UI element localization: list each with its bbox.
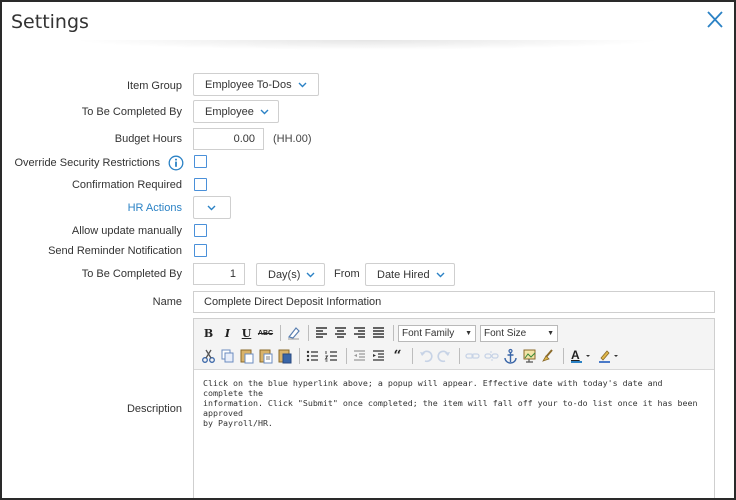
from-label: From: [334, 268, 360, 280]
toolbar-separator: [563, 348, 564, 364]
chevron-down-icon: [207, 205, 216, 210]
budget-hours-format: (HH.00): [273, 133, 312, 145]
override-security-checkbox[interactable]: [194, 155, 207, 168]
undo-icon[interactable]: [417, 347, 434, 365]
description-line: by Payroll/HR.: [203, 418, 273, 428]
numbered-list-icon[interactable]: [323, 347, 340, 365]
blockquote-icon[interactable]: “: [389, 347, 406, 365]
anchor-icon[interactable]: [502, 347, 519, 365]
close-icon[interactable]: [705, 8, 725, 30]
toolbar-separator: [346, 348, 347, 364]
description-line: information. Click "Submit" once complet…: [203, 398, 698, 418]
toolbar-separator: [393, 325, 394, 341]
chevron-down-icon: [260, 109, 269, 114]
font-size-select[interactable]: Font Size ▼: [480, 324, 558, 342]
chevron-down-icon: [306, 272, 315, 277]
completed-by-unit-dropdown[interactable]: Day(s): [256, 263, 325, 286]
paste-text-icon[interactable]: [257, 347, 274, 365]
item-group-label: Item Group: [126, 80, 182, 92]
completed-by-when-label: To Be Completed By: [81, 268, 182, 280]
italic-button[interactable]: I: [219, 324, 236, 342]
toolbar-separator: [412, 348, 413, 364]
send-reminder-label: Send Reminder Notification: [48, 245, 182, 257]
align-justify-icon[interactable]: [370, 324, 387, 342]
toolbar-separator: [299, 348, 300, 364]
align-left-icon[interactable]: [313, 324, 330, 342]
strikethrough-button[interactable]: ABC: [257, 324, 274, 342]
from-value: Date Hired: [377, 268, 430, 281]
dropdown-arrow-icon: ▼: [547, 329, 554, 337]
cleanup-brush-icon[interactable]: [540, 347, 557, 365]
title-divider: [72, 40, 664, 50]
paste-icon[interactable]: [238, 347, 255, 365]
unlink-icon[interactable]: [483, 347, 500, 365]
cut-icon[interactable]: [200, 347, 217, 365]
font-size-value: Font Size: [484, 327, 527, 339]
image-icon[interactable]: [521, 347, 538, 365]
align-right-icon[interactable]: [351, 324, 368, 342]
bullet-list-icon[interactable]: [304, 347, 321, 365]
toolbar-separator: [308, 325, 309, 341]
description-label: Description: [126, 403, 182, 415]
outdent-icon[interactable]: [351, 347, 368, 365]
font-family-select[interactable]: Font Family ▼: [398, 324, 476, 342]
redo-icon[interactable]: [436, 347, 453, 365]
description-content[interactable]: Click on the blue hyperlink above; a pop…: [194, 370, 714, 436]
override-security-label: Override Security Restrictions: [14, 157, 161, 169]
hr-actions-link[interactable]: HR Actions: [128, 202, 182, 214]
bold-button[interactable]: B: [200, 324, 217, 342]
paste-word-icon[interactable]: [276, 347, 293, 365]
completed-by-unit-value: Day(s): [268, 268, 301, 281]
completed-by-value: Employee: [205, 105, 254, 118]
name-label: Name: [152, 296, 182, 308]
completed-by-dropdown[interactable]: Employee: [193, 100, 279, 123]
allow-update-label: Allow update manually: [71, 225, 182, 237]
highlight-color-icon[interactable]: [596, 347, 622, 365]
underline-button[interactable]: U: [238, 324, 255, 342]
budget-hours-label: Budget Hours: [114, 133, 182, 145]
svg-text:A: A: [571, 348, 580, 362]
dialog-title: Settings: [11, 11, 89, 33]
chevron-down-icon: [298, 82, 307, 87]
chevron-down-icon: [436, 272, 445, 277]
font-family-value: Font Family: [402, 327, 455, 339]
toolbar-separator: [280, 325, 281, 341]
eraser-icon[interactable]: [285, 324, 302, 342]
info-icon[interactable]: [168, 155, 184, 171]
indent-icon[interactable]: [370, 347, 387, 365]
toolbar-separator: [459, 348, 460, 364]
item-group-dropdown[interactable]: Employee To-Dos: [193, 73, 319, 96]
link-icon[interactable]: [464, 347, 481, 365]
copy-icon[interactable]: [219, 347, 236, 365]
align-center-icon[interactable]: [332, 324, 349, 342]
dropdown-arrow-icon: ▼: [465, 329, 472, 337]
description-line: Click on the blue hyperlink above; a pop…: [203, 378, 663, 398]
name-input[interactable]: Complete Direct Deposit Information: [193, 291, 715, 313]
budget-hours-input[interactable]: 0.00: [193, 128, 264, 150]
settings-dialog: Settings Item Group Employee To-Dos To B…: [0, 0, 736, 500]
confirmation-required-label: Confirmation Required: [71, 179, 182, 191]
text-color-icon[interactable]: A: [568, 347, 594, 365]
editor-toolbar: B I U ABC Font Family ▼ Font Size ▼ “ A: [194, 319, 714, 370]
hr-actions-dropdown[interactable]: [193, 196, 231, 219]
completed-by-amount-input[interactable]: 1: [193, 263, 245, 285]
allow-update-checkbox[interactable]: [194, 224, 207, 237]
description-editor: B I U ABC Font Family ▼ Font Size ▼ “ A …: [193, 318, 715, 498]
send-reminder-checkbox[interactable]: [194, 244, 207, 257]
item-group-value: Employee To-Dos: [205, 78, 292, 91]
from-dropdown[interactable]: Date Hired: [365, 263, 455, 286]
confirmation-required-checkbox[interactable]: [194, 178, 207, 191]
completed-by-label: To Be Completed By: [81, 106, 182, 118]
